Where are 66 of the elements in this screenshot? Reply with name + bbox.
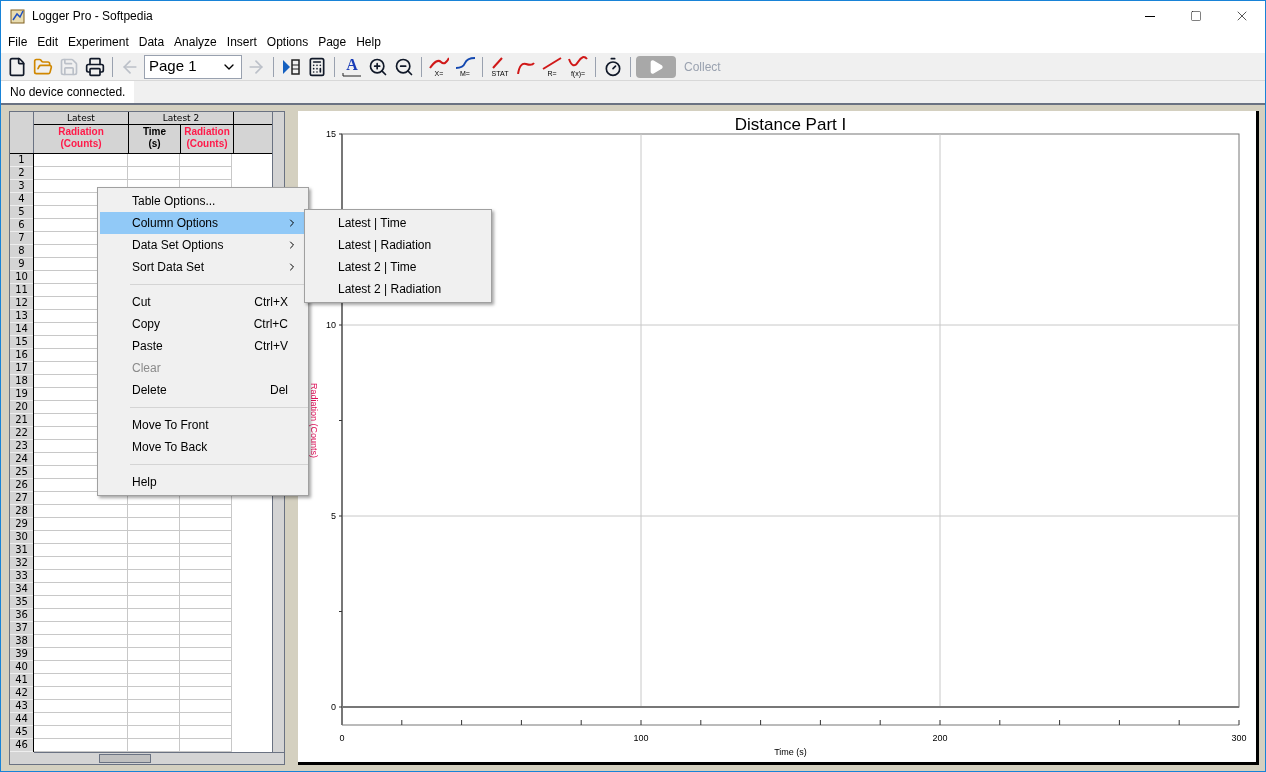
row-number: 8 <box>10 245 33 258</box>
y-tick-label: 0 <box>331 702 336 712</box>
x-axis-title: Time (s) <box>774 747 807 757</box>
row-number: 40 <box>10 661 33 674</box>
shortcut-label: Ctrl+V <box>254 338 288 355</box>
row-number: 6 <box>10 219 33 232</box>
y-tick-label: 10 <box>326 320 336 330</box>
row-number: 24 <box>10 453 33 466</box>
window-title: Logger Pro - Softpedia <box>32 8 154 25</box>
row-number: 46 <box>10 739 33 752</box>
row-number: 34 <box>10 583 33 596</box>
row-number: 10 <box>10 271 33 284</box>
row-number: 32 <box>10 557 33 570</box>
row-number: 35 <box>10 596 33 609</box>
row-number: 13 <box>10 310 33 323</box>
y-tick-label: 15 <box>326 129 336 139</box>
row-number: 29 <box>10 518 33 531</box>
row-number: 38 <box>10 635 33 648</box>
shortcut-label: Ctrl+C <box>253 316 288 333</box>
row-number: 28 <box>10 505 33 518</box>
y-tick-label: 5 <box>331 511 336 521</box>
row-number: 4 <box>10 193 33 206</box>
column-group-header: Latest 2 <box>129 112 233 125</box>
row-number: 2 <box>10 167 33 180</box>
row-number: 11 <box>10 284 33 297</box>
row-number: 3 <box>10 180 33 193</box>
autoscale-letter: A <box>346 56 358 73</box>
row-number: 41 <box>10 674 33 687</box>
row-number: 16 <box>10 349 33 362</box>
y-axis-title: Radiation (Counts) <box>309 383 319 458</box>
row-number: 30 <box>10 531 33 544</box>
shortcut-label: Del <box>270 382 288 399</box>
x-tick-label: 200 <box>932 733 948 743</box>
row-number: 33 <box>10 570 33 583</box>
row-number: 20 <box>10 401 33 414</box>
row-number: 44 <box>10 713 33 726</box>
row-number: 39 <box>10 648 33 661</box>
row-number: 36 <box>10 609 33 622</box>
row-number: 37 <box>10 622 33 635</box>
row-number: 45 <box>10 726 33 739</box>
row-number: 23 <box>10 440 33 453</box>
row-number: 9 <box>10 258 33 271</box>
row-number: 31 <box>10 544 33 557</box>
status-message: No device connected. <box>1 81 135 103</box>
row-number: 14 <box>10 323 33 336</box>
row-number: 26 <box>10 479 33 492</box>
column-group-header: Latest <box>34 112 128 125</box>
row-number: 21 <box>10 414 33 427</box>
row-number: 43 <box>10 700 33 713</box>
row-number: 5 <box>10 206 33 219</box>
x-tick-label: 100 <box>633 733 649 743</box>
shortcut-label: Ctrl+X <box>254 294 288 311</box>
row-number: 7 <box>10 232 33 245</box>
x-tick-label: 300 <box>1231 733 1247 743</box>
row-number: 27 <box>10 492 33 505</box>
graph-title: Distance Part I <box>734 115 847 134</box>
row-number: 42 <box>10 687 33 700</box>
row-number: 12 <box>10 297 33 310</box>
row-number: 1 <box>10 154 33 167</box>
row-number: 15 <box>10 336 33 349</box>
x-tick-label: 0 <box>339 733 345 743</box>
row-number: 18 <box>10 375 33 388</box>
row-number: 19 <box>10 388 33 401</box>
row-number: 17 <box>10 362 33 375</box>
row-number: 25 <box>10 466 33 479</box>
row-number: 22 <box>10 427 33 440</box>
